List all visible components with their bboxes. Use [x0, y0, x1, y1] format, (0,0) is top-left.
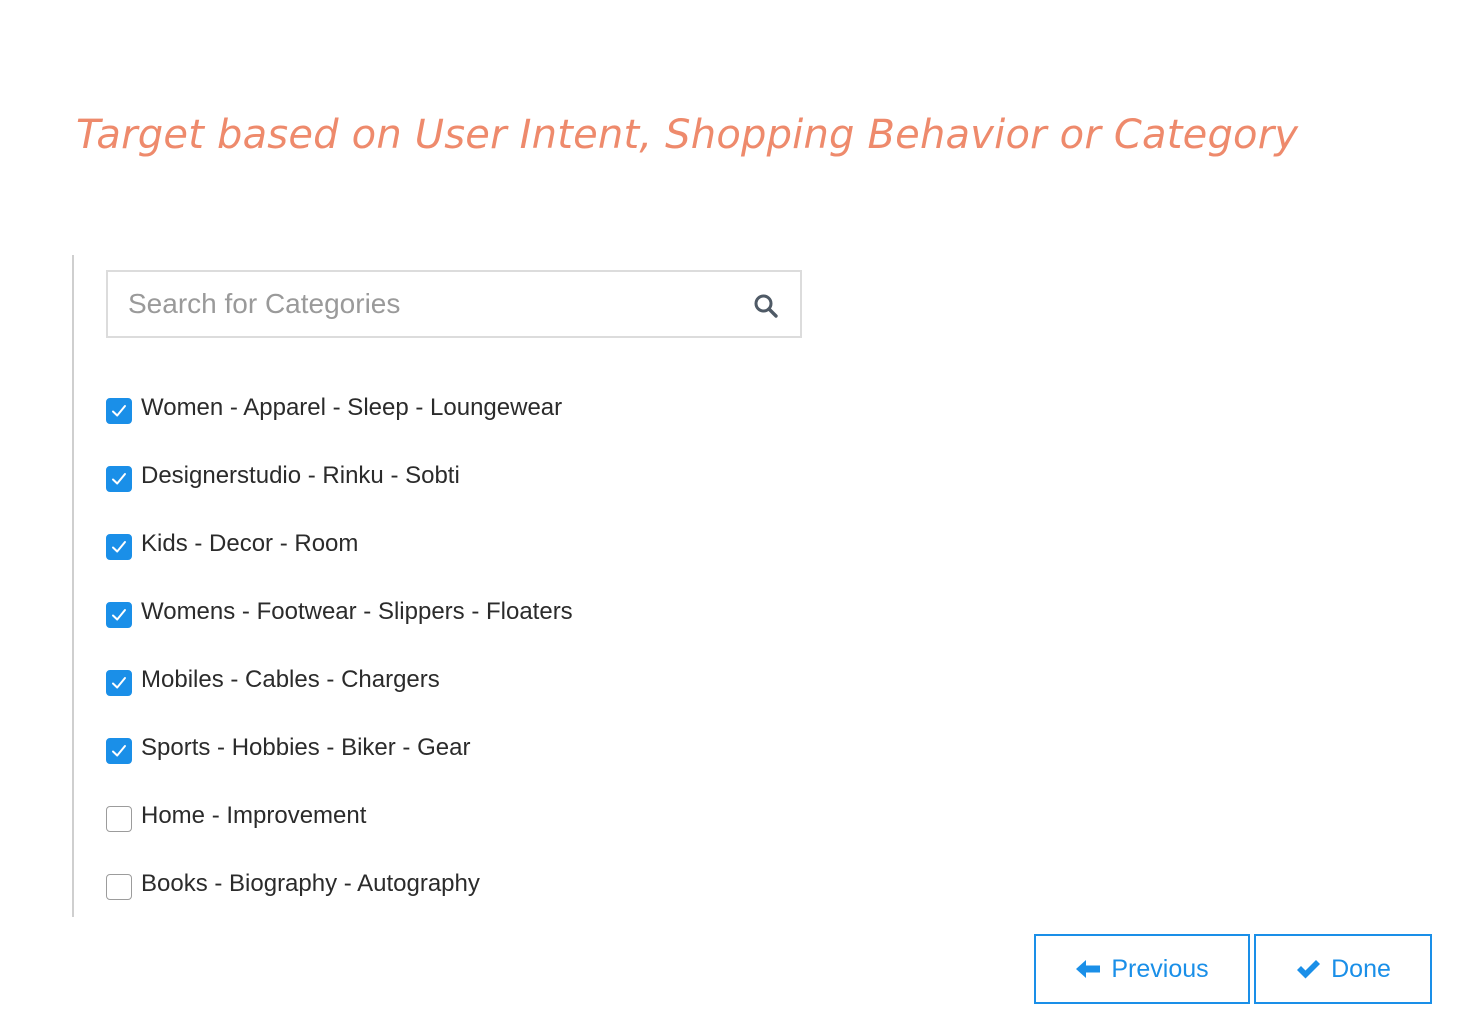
- category-item[interactable]: Women - Apparel - Sleep - Loungewear: [106, 390, 573, 458]
- search-box: [106, 270, 802, 338]
- checkmark-icon: [1295, 958, 1321, 980]
- category-checkbox[interactable]: [106, 670, 132, 696]
- category-checkbox[interactable]: [106, 534, 132, 560]
- category-item[interactable]: Designerstudio - Rinku - Sobti: [106, 458, 573, 526]
- search-input[interactable]: [108, 272, 738, 336]
- category-item[interactable]: Womens - Footwear - Slippers - Floaters: [106, 594, 573, 662]
- category-label: Kids - Decor - Room: [141, 530, 359, 557]
- done-button-label: Done: [1331, 954, 1391, 983]
- check-mark-icon: [112, 541, 126, 553]
- previous-button[interactable]: Previous: [1034, 934, 1250, 1004]
- category-item[interactable]: Kids - Decor - Room: [106, 526, 573, 594]
- check-mark-icon: [112, 677, 126, 689]
- search-icon[interactable]: [752, 292, 780, 320]
- check-mark-icon: [112, 609, 126, 621]
- category-item[interactable]: Home - Improvement: [106, 798, 573, 866]
- category-label: Womens - Footwear - Slippers - Floaters: [141, 598, 573, 625]
- category-checkbox[interactable]: [106, 602, 132, 628]
- category-label: Designerstudio - Rinku - Sobti: [141, 462, 460, 489]
- category-checkbox[interactable]: [106, 738, 132, 764]
- page: Target based on User Intent, Shopping Be…: [0, 0, 1475, 1022]
- done-button[interactable]: Done: [1254, 934, 1432, 1004]
- check-mark-icon: [112, 745, 126, 757]
- category-checkbox[interactable]: [106, 874, 132, 900]
- category-label: Books - Biography - Autography: [141, 870, 480, 897]
- category-checkbox[interactable]: [106, 398, 132, 424]
- category-label: Sports - Hobbies - Biker - Gear: [141, 734, 471, 761]
- page-title: Target based on User Intent, Shopping Be…: [76, 112, 1299, 158]
- category-checkbox[interactable]: [106, 806, 132, 832]
- arrow-left-icon: [1075, 958, 1101, 980]
- check-mark-icon: [112, 405, 126, 417]
- category-label: Mobiles - Cables - Chargers: [141, 666, 440, 693]
- category-panel: Women - Apparel - Sleep - Loungewear Des…: [72, 255, 834, 917]
- category-list: Women - Apparel - Sleep - Loungewear Des…: [106, 390, 573, 934]
- category-item[interactable]: Mobiles - Cables - Chargers: [106, 662, 573, 730]
- category-item[interactable]: Sports - Hobbies - Biker - Gear: [106, 730, 573, 798]
- previous-button-label: Previous: [1111, 954, 1209, 983]
- category-label: Home - Improvement: [141, 802, 367, 829]
- check-mark-icon: [112, 473, 126, 485]
- category-label: Women - Apparel - Sleep - Loungewear: [141, 394, 563, 421]
- category-item[interactable]: Books - Biography - Autography: [106, 866, 573, 934]
- category-checkbox[interactable]: [106, 466, 132, 492]
